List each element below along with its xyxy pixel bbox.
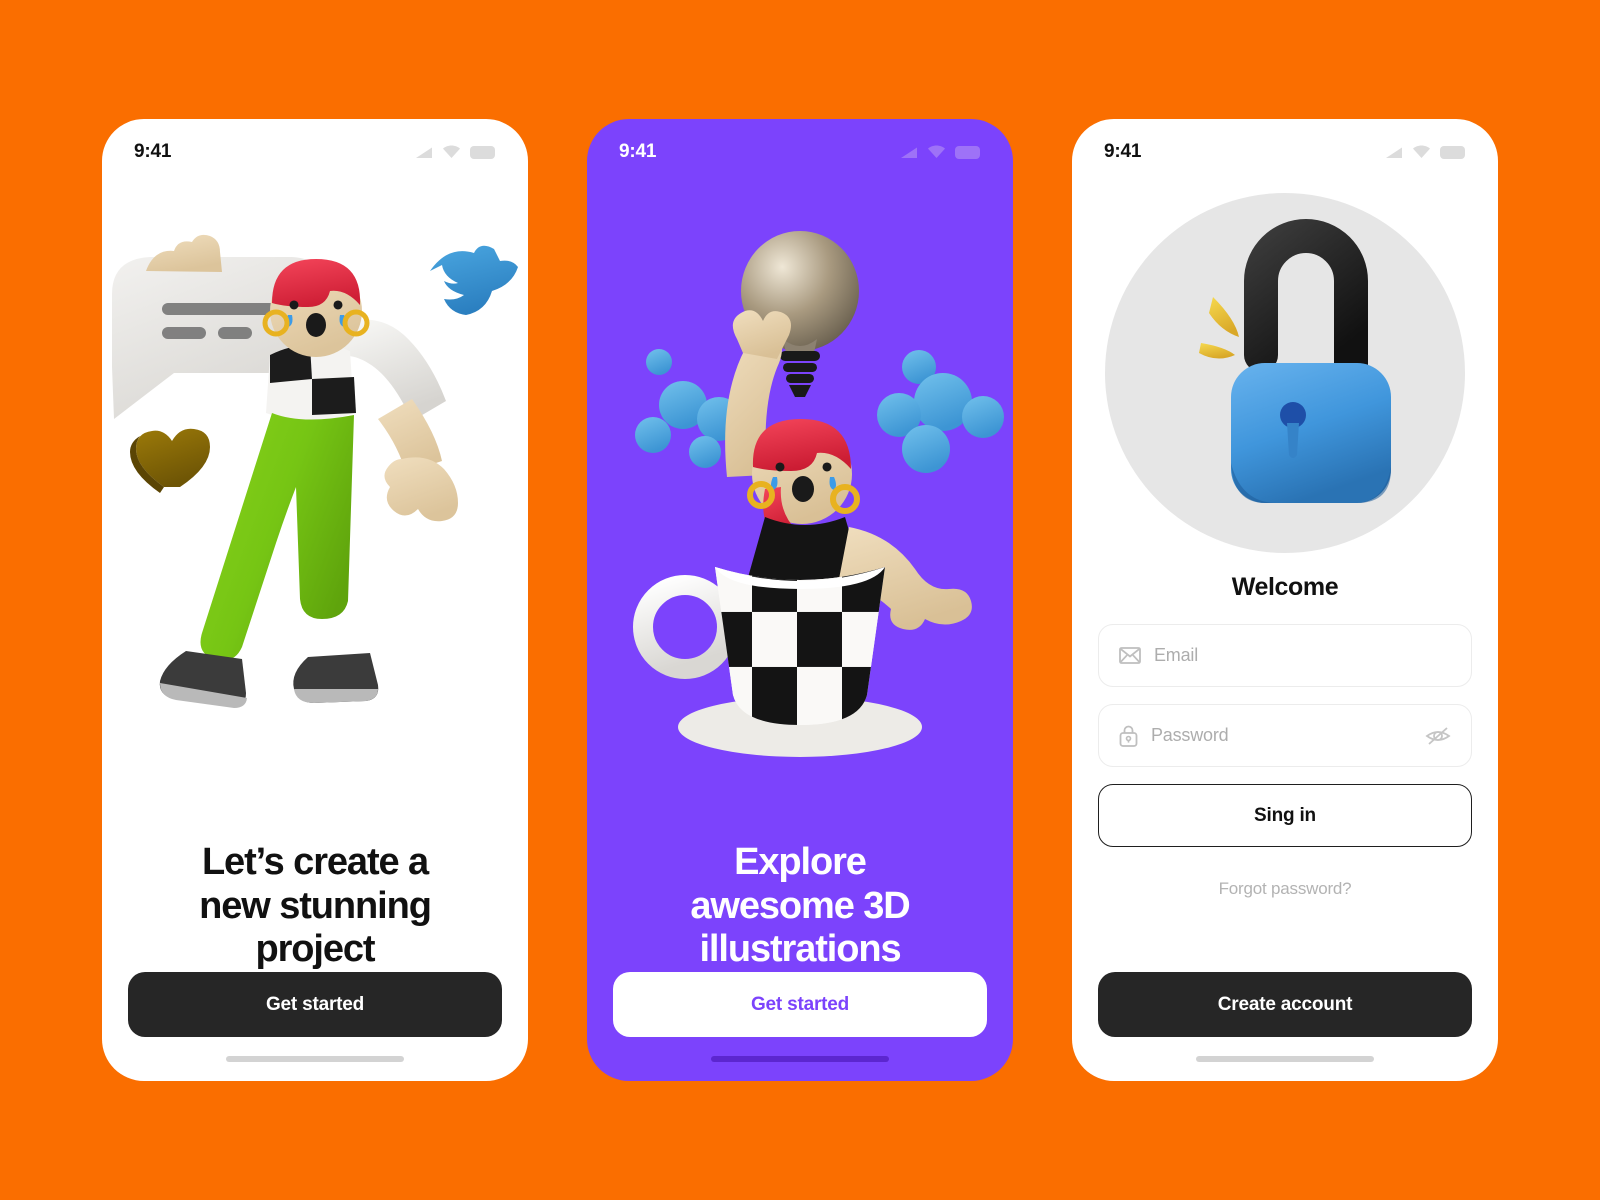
status-bar-time: 9:41 — [134, 141, 172, 162]
home-indicator[interactable] — [1196, 1056, 1374, 1062]
email-field[interactable]: Email — [1098, 624, 1472, 687]
home-indicator[interactable] — [711, 1056, 889, 1062]
phone-screen-onboarding-2: 9:41 Explore awesome 3D illustrations Ge… — [587, 119, 1013, 1081]
get-started-button[interactable]: Get started — [613, 972, 987, 1037]
battery-icon — [1440, 145, 1465, 159]
status-bar-time: 9:41 — [619, 141, 657, 162]
status-bar: 9:41 — [102, 119, 528, 173]
cta-container: Get started — [102, 972, 528, 1037]
lock-icon — [1119, 725, 1138, 747]
page-title: Explore awesome 3D illustrations — [690, 840, 910, 971]
blue-molecule-right — [877, 349, 1004, 473]
battery-icon — [470, 145, 495, 159]
signal-icon — [416, 147, 432, 158]
eye-left — [289, 300, 299, 310]
phone-screen-sign-in: 9:41 Welcome Email Password Sing in Forg… — [1072, 119, 1498, 1081]
eye-off-icon — [1425, 726, 1451, 745]
cup-handle — [633, 574, 737, 679]
page-title: Welcome — [1231, 573, 1339, 601]
status-bar-time: 9:41 — [1104, 141, 1142, 162]
status-bar: 9:41 — [1072, 119, 1498, 173]
shoe-right — [293, 652, 379, 703]
cta-container: Get started — [587, 972, 1013, 1037]
wifi-icon — [443, 145, 460, 158]
sign-in-form: Email Password Sing in Forgot password? — [1072, 624, 1498, 899]
home-indicator-area — [587, 1037, 1013, 1081]
illustration-padlock — [1072, 173, 1498, 573]
blue-bird-icon — [430, 245, 518, 315]
email-placeholder: Email — [1154, 645, 1199, 665]
cta-container: Create account — [1072, 972, 1498, 1037]
status-bar: 9:41 — [587, 119, 1013, 173]
illustration-svg-1 — [112, 234, 518, 708]
forgot-password-link[interactable]: Forgot password? — [1098, 879, 1472, 899]
status-bar-icons — [900, 145, 981, 159]
home-indicator-area — [1072, 1037, 1498, 1081]
create-account-button[interactable]: Create account — [1098, 972, 1472, 1037]
eye-right — [333, 300, 343, 310]
illustration-character-in-teacup — [587, 173, 1013, 841]
home-indicator-area — [102, 1037, 528, 1081]
sign-in-button[interactable]: Sing in — [1098, 784, 1472, 847]
signal-icon — [901, 147, 917, 158]
mouth — [306, 312, 326, 337]
home-indicator[interactable] — [226, 1056, 404, 1062]
password-placeholder: Password — [1151, 725, 1229, 745]
blue-lock-body — [1231, 363, 1391, 503]
toggle-password-visibility-button[interactable] — [1425, 726, 1451, 746]
illustration-svg-3 — [1105, 193, 1465, 553]
status-bar-icons — [1385, 145, 1466, 159]
illustration-character-with-speech-bubble — [102, 173, 528, 841]
wifi-icon — [928, 145, 945, 158]
green-pants — [200, 412, 354, 661]
status-bar-icons — [415, 145, 496, 159]
blue-molecule-left — [635, 348, 741, 468]
wifi-icon — [1413, 145, 1430, 158]
phone-screen-onboarding-1: 9:41 Let’s create a new stunning project… — [102, 119, 528, 1081]
page-title: Let’s create a new stunning project — [199, 840, 432, 971]
onboarding-screens-stage: 9:41 Let’s create a new stunning project… — [0, 0, 1600, 1200]
bulb-screw — [780, 350, 820, 397]
illustration-svg-2 — [633, 230, 1004, 757]
left-hand-on-bubble — [146, 234, 222, 272]
get-started-button[interactable]: Get started — [128, 972, 502, 1037]
battery-icon — [955, 145, 980, 159]
gold-heart-icon — [130, 428, 210, 493]
shoe-left — [159, 650, 247, 708]
envelope-icon — [1119, 647, 1141, 664]
signal-icon — [1386, 147, 1402, 158]
password-field[interactable]: Password — [1098, 704, 1472, 767]
